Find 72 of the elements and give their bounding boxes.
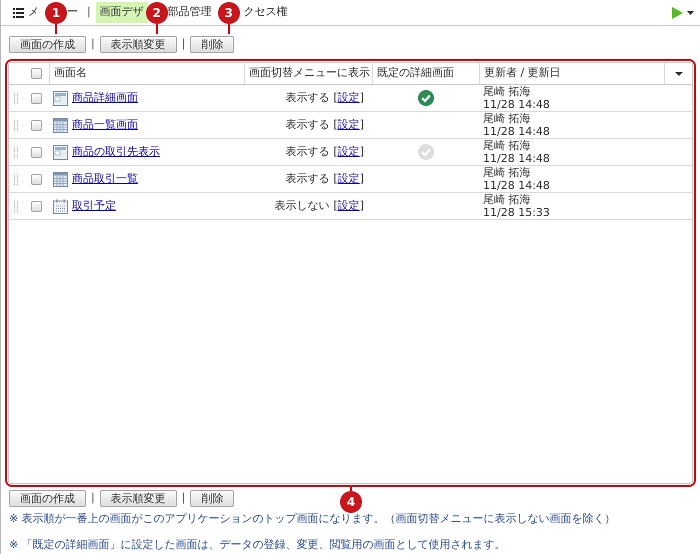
column-header[interactable]: 画面名 xyxy=(49,63,244,84)
bracket-text: [ xyxy=(333,116,338,133)
bracket-text: [ xyxy=(333,144,338,160)
bracket-text: ] xyxy=(360,116,364,133)
menu-display-text: 表示する xyxy=(285,90,330,106)
screen-name-link[interactable]: 取引予定 xyxy=(72,198,116,214)
updated-date: 11/28 14:48 xyxy=(483,125,551,138)
updater-name: 尾崎 拓海 xyxy=(483,139,532,152)
separator: | xyxy=(180,36,186,52)
screen-name-link[interactable]: 商品の取引先表示 xyxy=(72,144,160,160)
form-icon xyxy=(53,144,68,160)
toolbar-button[interactable]: 画面の作成 xyxy=(9,490,86,506)
toolbar-button[interactable]: 表示順変更 xyxy=(100,490,177,506)
menu-display-text: 表示しない xyxy=(274,198,330,214)
updated-date: 11/28 14:48 xyxy=(483,152,551,165)
column-header[interactable]: 更新者 / 更新日 xyxy=(479,63,664,84)
screen-name-link[interactable]: 商品取引一覧 xyxy=(72,170,138,188)
grid-icon xyxy=(53,118,68,132)
updater-name: 尾崎 拓海 xyxy=(483,193,532,206)
form-icon xyxy=(53,90,68,106)
bracket-text: [ xyxy=(333,90,338,106)
toolbar-button[interactable]: 削除 xyxy=(190,490,234,506)
bracket-text: ] xyxy=(360,170,364,187)
note-text: ※ 「既定の詳細画面」に設定した画面は、データの登録、変更、閲覧用の画面として使用されます。 xyxy=(8,536,507,552)
bracket-text: ] xyxy=(360,198,364,214)
row-checkbox[interactable] xyxy=(30,174,42,184)
check-circle-icon[interactable] xyxy=(418,90,434,106)
menu-display-text: 表示する xyxy=(285,144,330,160)
menu-tab[interactable]: メ xyxy=(9,2,43,23)
updater-name: 尾崎 拓海 xyxy=(483,85,532,98)
separator: | xyxy=(90,36,96,52)
screen-name-link[interactable]: 商品詳細画面 xyxy=(72,90,138,106)
note-text: ※ 表示順が一番上の画面がこのアプリケーションのトップ画面になります。（画面切替メニューに表示しない画面を除く） xyxy=(8,511,617,527)
screen-name-link[interactable]: 商品一覧画面 xyxy=(72,116,138,134)
row-checkbox[interactable] xyxy=(30,146,42,158)
settings-link[interactable]: 設定 xyxy=(338,116,360,134)
bracket-text: [ xyxy=(333,170,338,187)
settings-link[interactable]: 設定 xyxy=(338,90,360,106)
select-all-checkbox[interactable] xyxy=(30,68,42,79)
row-checkbox[interactable] xyxy=(30,200,42,212)
separator: | xyxy=(86,4,92,20)
grid-icon xyxy=(53,172,68,186)
bracket-text: ] xyxy=(360,90,364,106)
updater-name: 尾崎 拓海 xyxy=(483,112,532,125)
updated-date: 11/28 14:48 xyxy=(483,179,551,192)
menu-label-end[interactable]: ー xyxy=(67,2,82,23)
updater-name: 尾崎 拓海 xyxy=(483,166,532,179)
check-circle-icon[interactable] xyxy=(418,144,434,160)
bracket-text: [ xyxy=(333,198,338,214)
settings-link[interactable]: 設定 xyxy=(338,144,360,160)
toolbar-button[interactable]: 削除 xyxy=(190,36,234,52)
menu-display-text: 表示する xyxy=(285,170,330,187)
calendar-icon xyxy=(53,198,68,214)
updated-date: 11/28 15:33 xyxy=(483,206,551,219)
settings-link[interactable]: 設定 xyxy=(338,170,360,188)
caret-icon[interactable] xyxy=(687,10,694,14)
toolbar-button[interactable]: 表示順変更 xyxy=(100,36,177,52)
settings-link[interactable]: 設定 xyxy=(338,198,360,214)
separator: | xyxy=(180,490,186,506)
separator: | xyxy=(90,490,96,506)
row-checkbox[interactable] xyxy=(30,120,42,130)
menu-display-text: 表示する xyxy=(285,116,330,133)
menu-icon xyxy=(13,8,24,18)
toolbar-button[interactable]: 画面の作成 xyxy=(9,36,86,52)
updated-date: 11/28 14:48 xyxy=(483,98,551,111)
caret-icon[interactable] xyxy=(674,72,682,76)
column-header[interactable]: 既定の詳細画面 xyxy=(372,63,479,84)
bracket-text: ] xyxy=(360,144,364,160)
tab[interactable]: 画面デザ xyxy=(96,2,148,23)
tab[interactable]: クセス権 xyxy=(240,2,292,23)
row-checkbox[interactable] xyxy=(30,92,42,104)
column-header[interactable]: 画面切替メニューに表示 xyxy=(244,63,372,84)
